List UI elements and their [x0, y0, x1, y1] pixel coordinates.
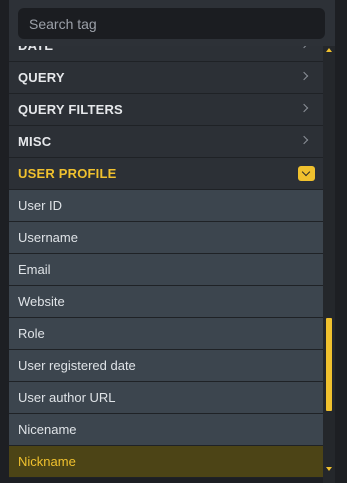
- tag-item-role[interactable]: Role: [9, 318, 323, 350]
- scroll-up-arrow-icon[interactable]: [326, 48, 332, 52]
- category-label: DATE: [18, 46, 53, 61]
- scrollbar-thumb[interactable]: [326, 318, 332, 411]
- tag-item-label: User registered date: [18, 358, 136, 373]
- tag-item-label: Email: [18, 262, 51, 277]
- tag-item-website[interactable]: Website: [9, 286, 323, 318]
- tag-item-nickname[interactable]: Nickname: [9, 446, 323, 478]
- category-date[interactable]: DATE: [9, 46, 323, 62]
- tag-item-label: User ID: [18, 198, 63, 213]
- category-query-filters[interactable]: QUERY FILTERS: [9, 94, 323, 126]
- tag-item-email[interactable]: Email: [9, 254, 323, 286]
- chevron-right-icon: [299, 71, 309, 81]
- category-label: MISC: [18, 134, 52, 149]
- search-bar: [9, 0, 335, 46]
- chevron-right-icon: [299, 135, 309, 145]
- category-query[interactable]: QUERY: [9, 62, 323, 94]
- tag-item-label: Nicename: [18, 422, 77, 437]
- category-user-profile[interactable]: USER PROFILE: [9, 158, 323, 190]
- chevron-down-icon[interactable]: [298, 166, 315, 181]
- panel-edge: [335, 0, 347, 483]
- tag-item-user-id[interactable]: User ID: [9, 190, 323, 222]
- category-misc[interactable]: MISC: [9, 126, 323, 158]
- tag-item-label: User author URL: [18, 390, 116, 405]
- tag-item-label: Nickname: [18, 454, 76, 469]
- scrollbar[interactable]: [323, 46, 335, 483]
- category-label: QUERY FILTERS: [18, 102, 123, 117]
- scroll-down-arrow-icon[interactable]: [326, 467, 332, 471]
- category-label: USER PROFILE: [18, 166, 117, 181]
- tag-item-label: Username: [18, 230, 78, 245]
- tag-item-label: Role: [18, 326, 45, 341]
- tag-item-nicename[interactable]: Nicename: [9, 414, 323, 446]
- chevron-right-icon: [299, 46, 309, 49]
- tag-picker-panel: DATE QUERY QUERY FILTERS MISC USER PROFI…: [0, 0, 347, 483]
- category-label: QUERY: [18, 70, 65, 85]
- chevron-right-icon: [299, 103, 309, 113]
- tag-item-user-author-url[interactable]: User author URL: [9, 382, 323, 414]
- tag-item-label: Website: [18, 294, 65, 309]
- tag-item-username[interactable]: Username: [9, 222, 323, 254]
- tag-list: DATE QUERY QUERY FILTERS MISC USER PROFI…: [9, 46, 323, 483]
- tag-item-user-registered-date[interactable]: User registered date: [9, 350, 323, 382]
- search-tag-input[interactable]: [18, 8, 325, 39]
